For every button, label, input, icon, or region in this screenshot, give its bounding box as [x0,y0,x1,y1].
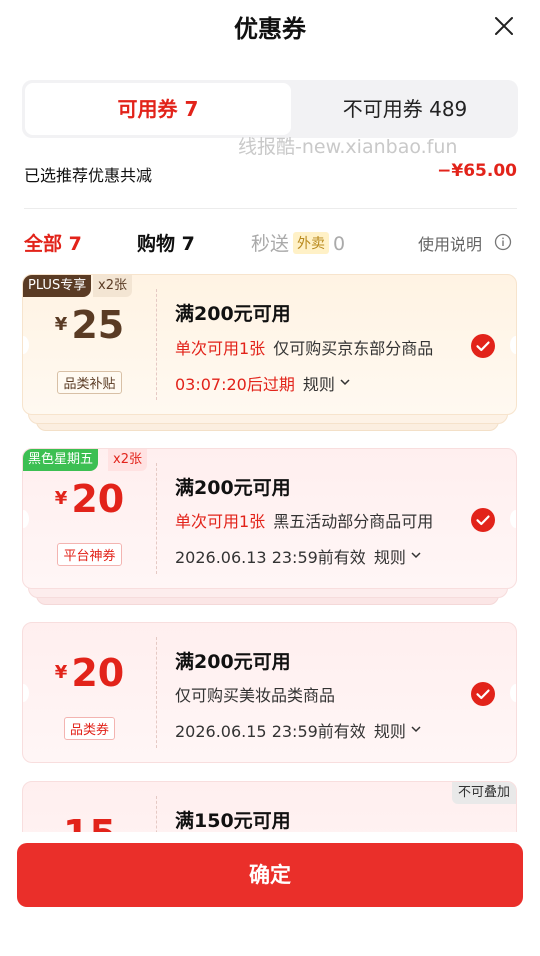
coupon-scope: 单次可用1张 仅可购买京东部分商品 [175,335,433,359]
expiry-date: 2026.06.13 23:59前有效 [175,548,366,567]
coupon-value: ¥20 [23,477,156,521]
card-separator [156,637,157,748]
coupon-amount: 20 [71,651,125,695]
rule-link[interactable]: 规则 [303,375,335,394]
selected-check-icon[interactable] [471,334,495,358]
chevron-down-icon[interactable] [339,376,351,388]
coupon-threshold: 满200元可用 [175,303,291,325]
rule-link[interactable]: 规则 [374,548,406,567]
currency-symbol: ¥ [54,662,68,683]
selected-check-icon[interactable] [471,508,495,532]
expiry-date: 2026.06.15 23:59前有效 [175,722,366,741]
coupon-validity: 03:07:20后过期 规则 [175,371,351,395]
card-notch [510,335,516,354]
non-stackable-flag: 不可叠加 [451,782,516,804]
category-filters: 全部 7 购物 7 秒送 外卖 0 使用说明 [0,225,540,259]
coupon-validity: 2026.06.13 23:59前有效 规则 [175,544,422,568]
selected-check-icon[interactable] [471,682,495,706]
currency-symbol: ¥ [54,314,68,335]
coupon-value: ¥25 [23,303,156,347]
tab-available[interactable]: 可用券 7 [25,83,291,135]
expiry-countdown: 03:07:20后过期 [175,375,295,394]
card-separator [156,463,157,574]
watermark: 线报酷-new.xianbao.fun [238,136,458,158]
coupon-threshold: 满200元可用 [175,477,291,499]
discount-summary: 已选推荐优惠共减 −¥65.00 [24,160,517,186]
filter-seckill[interactable]: 秒送 外卖 0 [251,229,345,256]
coupon-type-label: 平台神券 [57,543,122,566]
scope-text: 仅可购买京东部分商品 [273,339,434,358]
coupon-card[interactable]: 黑色星期五 x2张 ¥20 平台神券 满200元可用 单次可用1张 黑五活动部分商… [22,448,517,589]
coupon-type-tag: 品类补贴 [23,371,156,394]
rule-link[interactable]: 规则 [374,722,406,741]
close-icon[interactable] [492,14,516,38]
coupon-scope: 仅可购买美妆品类商品 [175,686,336,705]
takeout-tag: 外卖 [293,232,330,254]
coupon-count-badge: x2张 [93,275,132,297]
coupon-type-label: 品类补贴 [57,371,122,394]
divider [24,208,517,209]
confirm-button[interactable]: 确定 [17,843,523,907]
card-notch [510,509,516,528]
black-friday-badge: 黑色星期五 [23,449,99,471]
coupon-page: 优惠券 可用券 7 不可用券 489 线报酷-new.xianbao.fun 已… [0,0,540,956]
coupon-amount: 20 [71,477,125,521]
summary-label: 已选推荐优惠共减 [24,166,153,185]
availability-switch: 可用券 7 不可用券 489 [22,80,518,138]
summary-amount: −¥65.00 [437,161,517,181]
coupon-scope: 单次可用1张 黑五活动部分商品可用 [175,508,433,532]
coupon-card[interactable]: PLUS专享 x2张 ¥25 品类补贴 满200元可用 单次可用1张 仅可购买京东… [22,274,517,415]
coupon-threshold: 满150元可用 [175,810,291,832]
coupon-type-label: 品类券 [63,717,115,740]
usage-limit: 单次可用1张 [175,512,266,531]
coupon-validity: 2026.06.15 23:59前有效 规则 [175,718,422,742]
coupon-count-badge: x2张 [108,449,147,471]
coupon-card[interactable]: ¥20 品类券 满200元可用 仅可购买美妆品类商品 2026.06.15 23… [22,622,517,763]
header: 优惠券 [0,0,540,52]
coupon-type-tag: 平台神券 [23,543,156,566]
scope-text: 黑五活动部分商品可用 [273,512,434,531]
tab-unavailable[interactable]: 不可用券 489 [292,83,518,135]
filter-all[interactable]: 全部 7 [24,229,82,256]
page-title: 优惠券 [234,15,306,43]
card-separator [156,289,157,400]
card-notch [510,683,516,702]
chevron-down-icon[interactable] [410,549,422,561]
plus-badge: PLUS专享 [23,275,92,297]
filter-shopping[interactable]: 购物 7 [137,229,195,256]
usage-limit: 单次可用1张 [175,339,266,358]
coupon-amount: 25 [71,303,125,347]
coupon-type-tag: 品类券 [23,717,156,740]
filter-seckill-label: 秒送 [251,233,290,255]
usage-help-link[interactable]: 使用说明 [418,231,482,255]
filter-seckill-count: 0 [333,233,346,255]
info-icon[interactable] [494,233,512,251]
chevron-down-icon[interactable] [410,723,422,735]
coupon-threshold: 满200元可用 [175,651,291,673]
currency-symbol: ¥ [54,488,68,509]
coupon-value: ¥20 [23,651,156,695]
